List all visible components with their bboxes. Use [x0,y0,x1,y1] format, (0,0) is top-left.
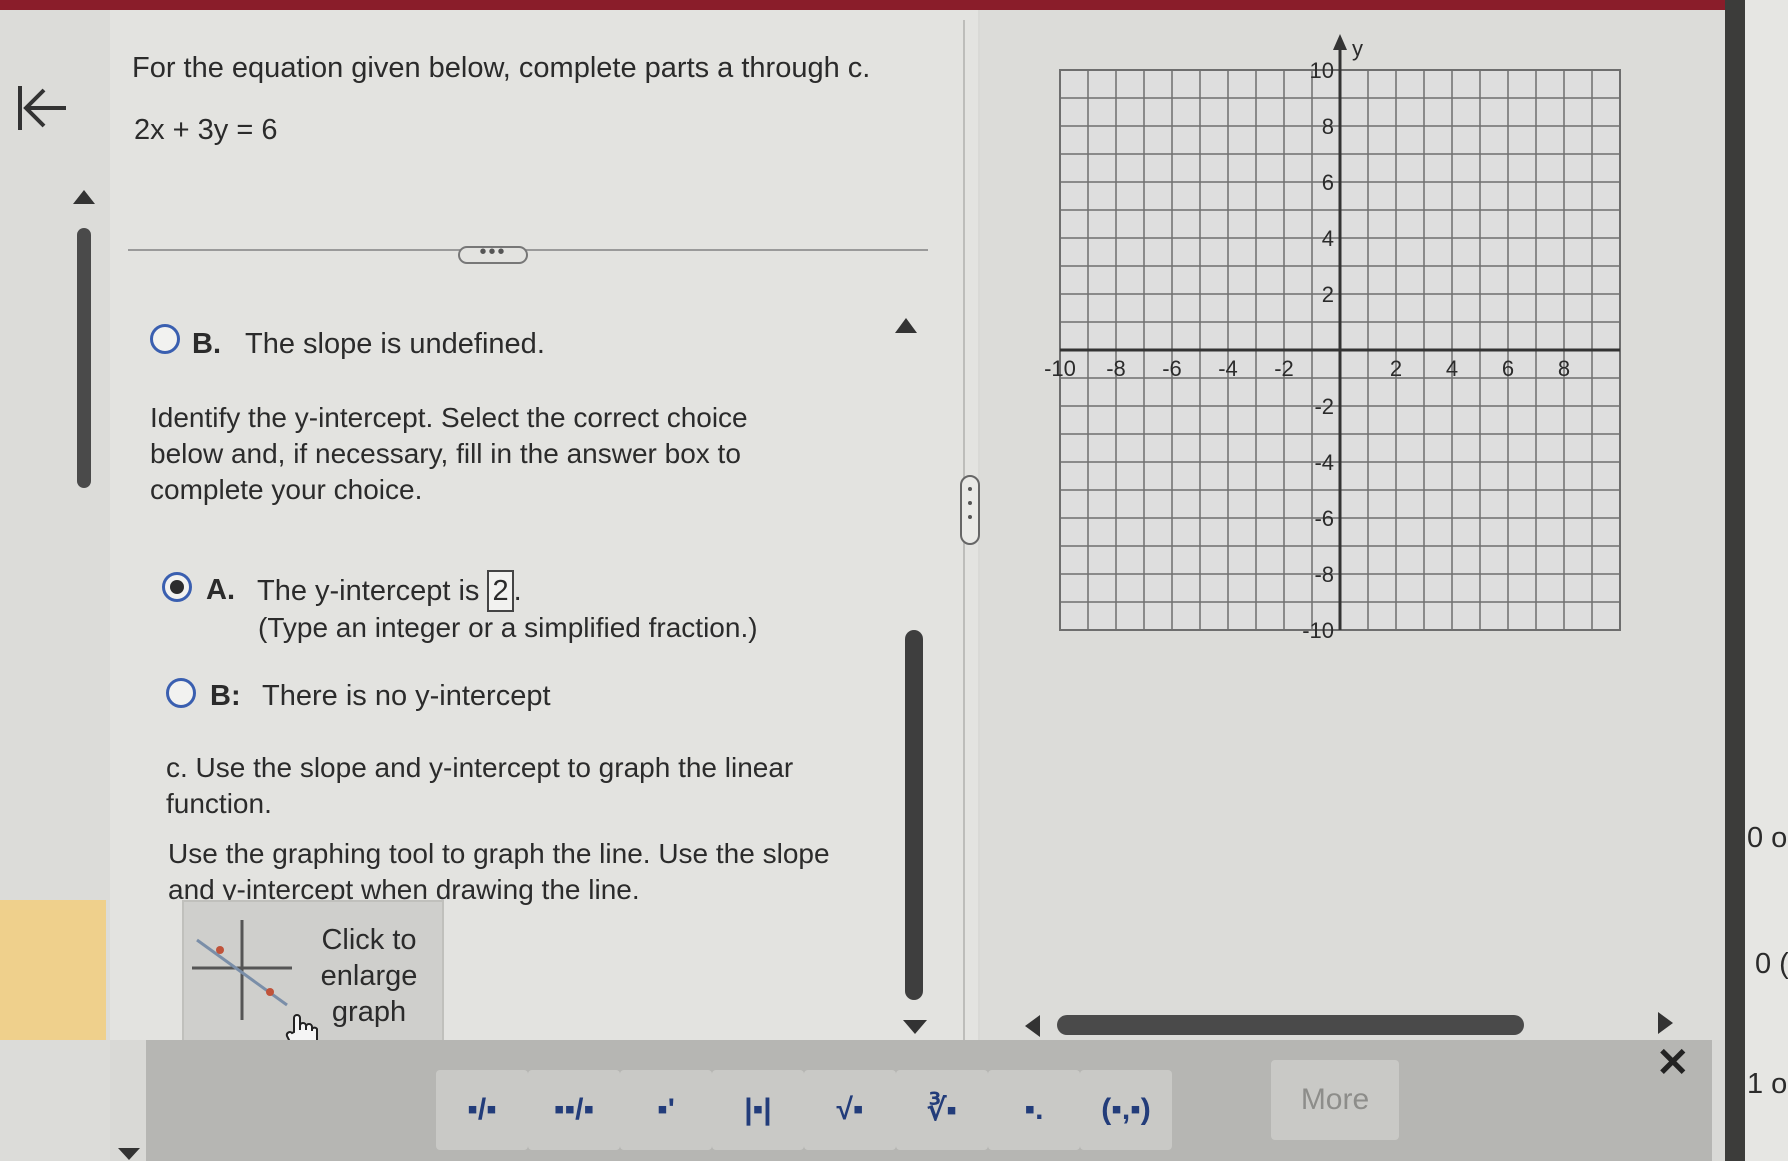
y-intercept-option-b-radio[interactable] [166,678,196,708]
y-tick-label: -8 [1314,562,1334,587]
left-scroll-down-icon[interactable] [118,1148,140,1160]
side-fragment: 0 o [1747,822,1788,854]
y-tick-label: 10 [1310,58,1334,83]
panel-scrollbar-thumb[interactable] [905,630,923,1000]
mixed-number-button[interactable]: ▪▪/▪ [528,1070,620,1150]
prompt-line: Identify the y-intercept. Select the cor… [150,402,748,433]
subscript-icon: ▪. [1024,1093,1044,1126]
y-tick-label: -6 [1314,506,1334,531]
absolute-value-icon: |▪| [744,1093,772,1126]
y-axis-arrow-icon [1333,34,1347,50]
left-scrollbar-thumb[interactable] [77,228,91,488]
panel-scroll-up-icon[interactable] [895,318,917,333]
y-intercept-option-a-text: The y-intercept is 2. [257,570,522,612]
y-tick-label: -10 [1302,618,1334,643]
equation: 2x + 3y = 6 [134,114,278,146]
x-tick-label: 8 [1558,356,1570,381]
graph-panel: y -10 -8 -6 -4 -2 2 4 6 8 10 8 6 4 2 -2 -4 -6 -8 -10 [980,10,1725,1040]
part-c-prompt: c. Use the slope and y-intercept to grap… [166,750,793,822]
prompt-line: complete your choice. [150,474,423,505]
y-intercept-prompt: Identify the y-intercept. Select the cor… [150,400,748,508]
enlarge-line: Click to [321,924,417,956]
panel-scroll-down-icon[interactable] [903,1020,927,1034]
x-tick-label: 4 [1446,356,1458,381]
option-a-period: . [513,575,522,607]
mixed-number-icon: ▪▪/▪ [553,1093,595,1126]
exponent-icon: ▪' [657,1093,675,1126]
y-tick-label: 2 [1322,282,1334,307]
side-highlight [0,900,106,1040]
divider [128,249,928,251]
part-c-instruction: Use the graphing tool to graph the line.… [168,836,830,908]
side-fragment: 0 ( [1755,948,1788,980]
y-axis-label: y [1352,36,1363,61]
splitter-handle[interactable] [960,475,980,545]
side-fragment: 1 o [1747,1068,1788,1100]
x-tick-label: -2 [1274,356,1294,381]
y-intercept-option-a-letter: A. [206,574,235,606]
expand-button[interactable]: ••• [458,242,528,264]
part-c-line: c. Use the slope and y-intercept to grap… [166,752,794,783]
x-tick-label: -6 [1162,356,1182,381]
more-button[interactable]: More [1271,1060,1399,1140]
left-scroll-up-icon[interactable] [73,190,95,204]
square-root-icon: √▪ [836,1093,864,1126]
y-tick-label: -4 [1314,450,1334,475]
part-c-line: function. [166,788,272,819]
y-tick-label: 6 [1322,170,1334,195]
problem-intro: For the equation given below, complete p… [132,52,871,84]
slope-option-b-text: The slope is undefined. [245,328,545,360]
close-icon[interactable]: ✕ [1656,1040,1690,1086]
subscript-button[interactable]: ▪. [988,1070,1080,1150]
prompt-line: below and, if necessary, fill in the ans… [150,438,741,469]
graph-scroll-right-icon[interactable] [1658,1012,1673,1034]
enlarge-line: enlarge [320,960,418,992]
option-a-label: The y-intercept is [257,575,480,607]
graph-thumbnail-icon [192,920,292,1020]
square-root-button[interactable]: √▪ [804,1070,896,1150]
slope-option-b-letter: B. [192,328,221,360]
y-intercept-option-a-radio[interactable] [162,572,192,602]
instruction-line: Use the graphing tool to graph the line.… [168,838,830,869]
fraction-button[interactable]: ▪/▪ [436,1070,528,1150]
x-tick-label: 6 [1502,356,1514,381]
question-panel: For the equation given below, complete p… [110,10,978,1051]
ordered-pair-icon: (▪,▪) [1101,1093,1151,1126]
y-tick-label: 8 [1322,114,1334,139]
y-tick-label: 4 [1322,226,1334,251]
ordered-pair-button[interactable]: (▪,▪) [1080,1070,1172,1150]
y-intercept-option-b-letter: B: [210,680,241,712]
nth-root-icon: ∛▪ [927,1093,957,1127]
top-bar [0,0,1788,10]
fraction-icon: ▪/▪ [467,1093,497,1126]
x-tick-label: -10 [1044,356,1076,381]
absolute-value-button[interactable]: |▪| [712,1070,804,1150]
graph-scrollbar-thumb[interactable] [1057,1015,1524,1035]
x-tick-label: 2 [1390,356,1402,381]
exponent-button[interactable]: ▪' [620,1070,712,1150]
math-toolbar: ▪/▪ ▪▪/▪ ▪' |▪| √▪ ∛▪ ▪. (▪,▪) More ✕ [146,1040,1712,1161]
slope-option-b-radio[interactable] [150,324,180,354]
collapse-left-icon[interactable] [14,80,70,136]
side-card: 0 o 0 ( 1 o [1745,0,1788,1161]
enlarge-graph-button[interactable]: Click to enlarge graph [182,900,444,1051]
coordinate-graph[interactable]: y -10 -8 -6 -4 -2 2 4 6 8 10 8 6 4 2 -2 -4 -6 -8 -10 [980,10,1725,730]
x-tick-label: -4 [1218,356,1238,381]
y-intercept-option-b-text: There is no y-intercept [262,680,551,712]
x-tick-label: -8 [1106,356,1126,381]
y-intercept-answer-box[interactable]: 2 [487,570,514,612]
graph-scroll-left-icon[interactable] [1025,1015,1040,1037]
y-tick-label: -2 [1314,394,1334,419]
nth-root-button[interactable]: ∛▪ [896,1070,988,1150]
left-rail [0,10,110,1161]
y-intercept-hint: (Type an integer or a simplified fractio… [258,612,758,643]
